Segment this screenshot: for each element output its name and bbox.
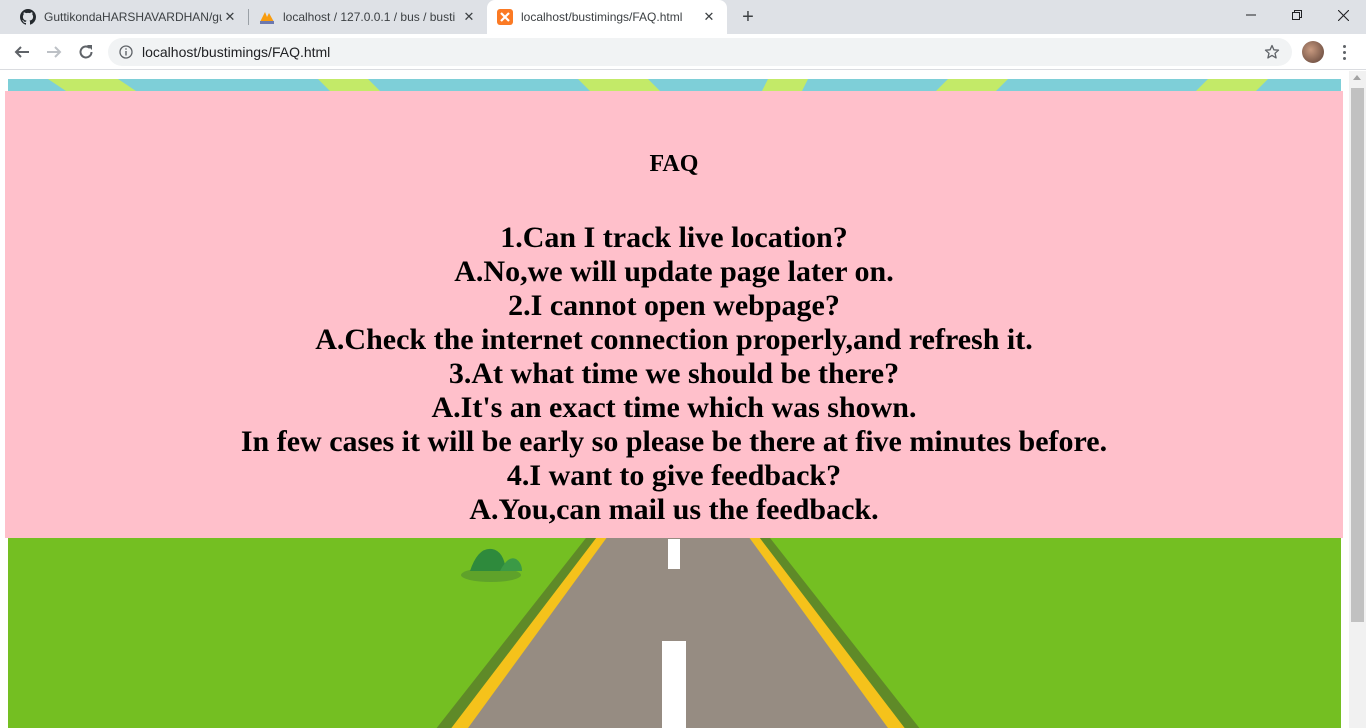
page-title: FAQ xyxy=(649,151,699,177)
faq-answer: A.Check the internet connection properly… xyxy=(315,323,1033,356)
tab-title: GuttikondaHARSHAVARDHAN/gu xyxy=(44,10,222,24)
back-arrow-icon[interactable] xyxy=(8,38,36,66)
reload-icon[interactable] xyxy=(72,38,100,66)
faq-question: 4.I want to give feedback? xyxy=(506,459,842,492)
address-bar[interactable]: localhost/bustimings/FAQ.html xyxy=(108,38,1292,66)
profile-avatar[interactable] xyxy=(1302,41,1324,63)
tab-phpmyadmin[interactable]: localhost / 127.0.0.1 / bus / busti ✕ xyxy=(249,0,487,34)
tab-title: localhost/bustimings/FAQ.html xyxy=(521,10,683,24)
menu-icon[interactable] xyxy=(1334,40,1354,64)
tab-strip: GuttikondaHARSHAVARDHAN/gu ✕ localhost /… xyxy=(0,0,1366,34)
phpmyadmin-icon xyxy=(259,9,275,25)
browser-toolbar: localhost/bustimings/FAQ.html xyxy=(0,34,1366,70)
faq-answer: A.It's an exact time which was shown. xyxy=(431,391,917,424)
close-window-icon[interactable] xyxy=(1320,0,1366,30)
scrollbar-thumb[interactable] xyxy=(1351,88,1364,622)
scroll-up-arrow-icon[interactable] xyxy=(1353,75,1361,80)
faq-panel: FAQ 1.Can I track live location? A.No,we… xyxy=(5,91,1343,538)
faq-question: 1.Can I track live location? xyxy=(500,221,848,254)
url-text: localhost/bustimings/FAQ.html xyxy=(142,44,331,60)
vertical-scrollbar[interactable] xyxy=(1349,71,1366,728)
forward-arrow-icon[interactable] xyxy=(40,38,68,66)
faq-question: 2.I cannot open webpage? xyxy=(508,289,840,322)
info-icon[interactable] xyxy=(118,44,134,60)
faq-question: 3.At what time we should be there? xyxy=(448,357,900,390)
xampp-icon xyxy=(497,9,513,25)
faq-answer: A.No,we will update page later on. xyxy=(454,255,894,288)
faq-answer: In few cases it will be early so please … xyxy=(240,425,1108,458)
faq-answer: A.You,can mail us the feedback. xyxy=(469,493,879,526)
close-icon[interactable]: ✕ xyxy=(461,9,477,25)
tab-github[interactable]: GuttikondaHARSHAVARDHAN/gu ✕ xyxy=(10,0,248,34)
new-tab-button[interactable]: + xyxy=(737,5,759,29)
restore-icon[interactable] xyxy=(1274,0,1320,30)
tab-title: localhost / 127.0.0.1 / bus / busti xyxy=(283,10,456,24)
faq-list: 1.Can I track live location? A.No,we wil… xyxy=(5,221,1343,527)
minimize-icon[interactable] xyxy=(1228,0,1274,30)
bookmark-star-icon[interactable] xyxy=(1264,44,1280,60)
close-icon[interactable]: ✕ xyxy=(701,9,717,25)
page-viewport: FAQ 1.Can I track live location? A.No,we… xyxy=(0,71,1366,728)
tab-faq-active[interactable]: localhost/bustimings/FAQ.html ✕ xyxy=(487,0,727,34)
close-icon[interactable]: ✕ xyxy=(222,9,238,25)
github-icon xyxy=(20,9,36,25)
